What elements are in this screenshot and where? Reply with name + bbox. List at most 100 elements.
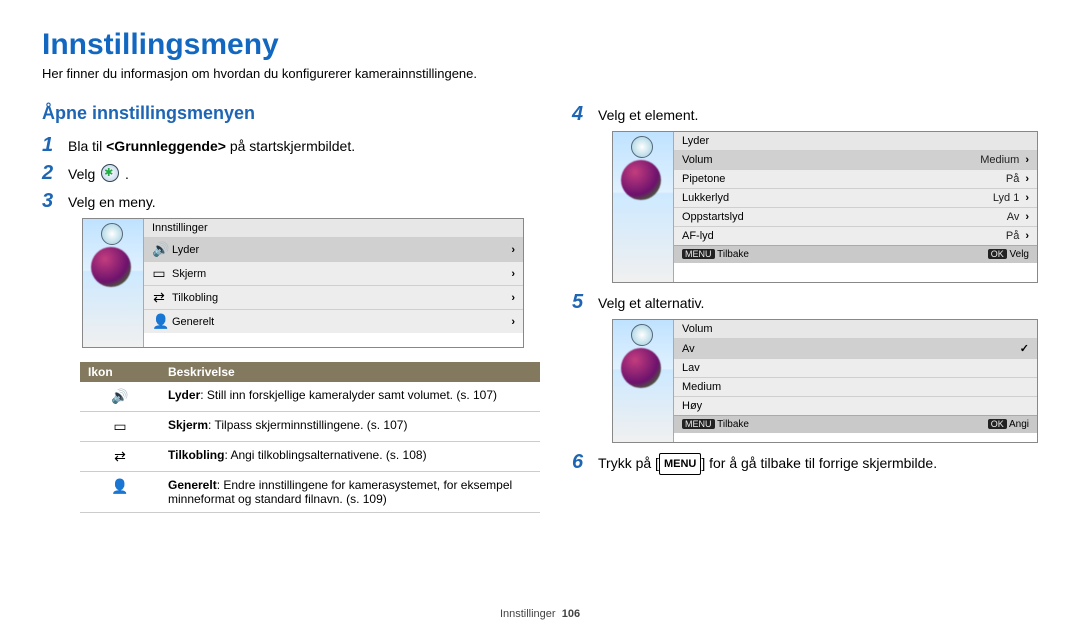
menu-title: Lyder	[674, 132, 1037, 150]
step-text: Velg	[68, 166, 99, 182]
connection-icon: ⇄	[152, 289, 166, 306]
row-text: : Tilpass skjerminnstillingene. (s. 107)	[208, 418, 407, 432]
page-title: Innstillingsmeny	[42, 28, 1038, 62]
step-3: 3 Velg en meny.	[42, 190, 524, 212]
menu-item[interactable]: Av ✓	[674, 338, 1037, 358]
menu-item[interactable]: Pipetone På›	[674, 169, 1037, 188]
row-title: Skjerm	[168, 418, 208, 432]
step-number: 3	[42, 190, 68, 212]
menu-label: Av	[682, 343, 695, 355]
chevron-right-icon: ›	[511, 316, 515, 328]
menu-footer: MENU Tilbake OK Angi	[674, 415, 1037, 433]
row-title: Generelt	[168, 478, 217, 492]
step-number: 4	[572, 103, 598, 125]
camera-preview	[83, 219, 144, 347]
chevron-right-icon: ›	[1025, 211, 1029, 223]
table-row: ⇄ Tilkobling: Angi tilkoblingsalternativ…	[80, 442, 540, 472]
menu-item[interactable]: ⇄ Tilkobling ›	[144, 285, 523, 309]
menu-item[interactable]: Medium	[674, 377, 1037, 396]
chevron-right-icon: ›	[511, 244, 515, 256]
icon-description-table: Ikon Beskrivelse 🔊 Lyder: Still inn fors…	[80, 362, 540, 513]
step-text: på startskjermbildet.	[226, 138, 355, 154]
menu-item[interactable]: Høy	[674, 396, 1037, 415]
step-text: ] for å gå tilbake til forrige skjermbil…	[701, 455, 937, 471]
row-text: : Still inn forskjellige kameralyder sam…	[200, 388, 497, 402]
chevron-right-icon: ›	[1025, 154, 1029, 166]
menu-item[interactable]: Volum Medium›	[674, 150, 1037, 169]
menu-btn-icon: MENU	[682, 419, 715, 429]
page-footer: Innstillinger 106	[0, 608, 1080, 620]
chevron-right-icon: ›	[1025, 230, 1029, 242]
menu-item[interactable]: ▭ Skjerm ›	[144, 261, 523, 285]
gear-icon	[101, 164, 119, 182]
menu-title: Volum	[674, 320, 1037, 338]
camera-menu-1: Innstillinger 🔊 Lyder › ▭ Skjerm › ⇄ Tilkob…	[82, 218, 524, 348]
step-4: 4 Velg et element.	[572, 103, 1038, 125]
camera-menu-3: Volum Av ✓ Lav Medium Høy MENU Tilbake O…	[612, 319, 1038, 443]
row-title: Tilkobling	[168, 448, 224, 462]
menu-title: Innstillinger	[144, 219, 523, 237]
menu-item[interactable]: Lav	[674, 358, 1037, 377]
intro-text: Her finner du informasjon om hvordan du …	[42, 66, 1038, 81]
menu-label: AF-lyd	[682, 230, 714, 242]
step-6: 6 Trykk på [MENU] for å gå tilbake til f…	[572, 451, 1038, 475]
display-icon: ▭	[152, 265, 166, 282]
chevron-right-icon: ›	[1025, 173, 1029, 185]
ok-btn-icon: OK	[988, 419, 1007, 429]
menu-label: Lav	[682, 362, 700, 374]
menu-label: Pipetone	[682, 173, 725, 185]
menu-label: Lyder	[172, 244, 199, 256]
step-text: Bla til	[68, 138, 106, 154]
step-text: Velg en meny.	[68, 190, 524, 212]
menu-value: Lyd 1	[993, 192, 1020, 204]
menu-value: Medium	[980, 154, 1019, 166]
step-number: 2	[42, 162, 68, 184]
menu-label: Generelt	[172, 316, 214, 328]
menu-item[interactable]: Oppstartslyd Av ›	[674, 207, 1037, 226]
gear-icon	[101, 223, 123, 245]
page-number: 106	[562, 608, 580, 620]
menu-item[interactable]: 🔊 Lyder ›	[144, 237, 523, 261]
menu-btn-icon: MENU	[682, 249, 715, 259]
menu-item[interactable]: AF-lyd På ›	[674, 226, 1037, 245]
menu-value: På	[1006, 230, 1019, 242]
check-icon: ✓	[1020, 342, 1029, 355]
menu-footer: MENU Tilbake OK Velg	[674, 245, 1037, 263]
chevron-right-icon: ›	[511, 268, 515, 280]
menu-label: Skjerm	[172, 268, 206, 280]
chevron-right-icon: ›	[511, 292, 515, 304]
camera-preview	[613, 132, 674, 282]
menu-value: Av	[1007, 211, 1020, 223]
general-icon: 👤	[152, 313, 166, 330]
menu-button-label: MENU	[659, 453, 701, 475]
menu-label: Tilkobling	[172, 292, 218, 304]
row-text: : Endre innstillingene for kamerasysteme…	[168, 478, 512, 506]
menu-action: Tilbake	[717, 419, 749, 430]
menu-label: Lukkerlyd	[682, 192, 729, 204]
display-icon: ▭	[113, 418, 126, 434]
subheading: Åpne innstillingsmenyen	[42, 103, 524, 124]
step-1: 1 Bla til <Grunnleggende> på startskjerm…	[42, 134, 524, 156]
menu-item[interactable]: 👤 Generelt ›	[144, 309, 523, 333]
step-text: Velg et alternativ.	[598, 291, 1038, 313]
row-text: : Angi tilkoblingsalternativene. (s. 108…	[224, 448, 426, 462]
menu-action: Tilbake	[717, 249, 749, 260]
table-row: 👤 Generelt: Endre innstillingene for kam…	[80, 472, 540, 513]
step-number: 5	[572, 291, 598, 313]
step-5: 5 Velg et alternativ.	[572, 291, 1038, 313]
camera-menu-2: Lyder Volum Medium› Pipetone På› Lukkerl…	[612, 131, 1038, 283]
sound-icon: 🔊	[152, 241, 166, 258]
step-number: 6	[572, 451, 598, 475]
footer-section: Innstillinger	[500, 608, 556, 620]
right-column: 4 Velg et element. Lyder Volum Medium › P…	[572, 99, 1038, 513]
chevron-right-icon: ›	[1025, 192, 1029, 204]
menu-label: Oppstartslyd	[682, 211, 744, 223]
row-title: Lyder	[168, 388, 200, 402]
menu-action: Velg	[1010, 249, 1029, 260]
table-header: Ikon	[80, 362, 160, 382]
general-icon: 👤	[111, 478, 128, 494]
menu-label: Høy	[682, 400, 702, 412]
connection-icon: ⇄	[114, 448, 126, 464]
menu-item[interactable]: Lukkerlyd Lyd 1 ›	[674, 188, 1037, 207]
step-bold: <Grunnleggende>	[106, 138, 226, 154]
